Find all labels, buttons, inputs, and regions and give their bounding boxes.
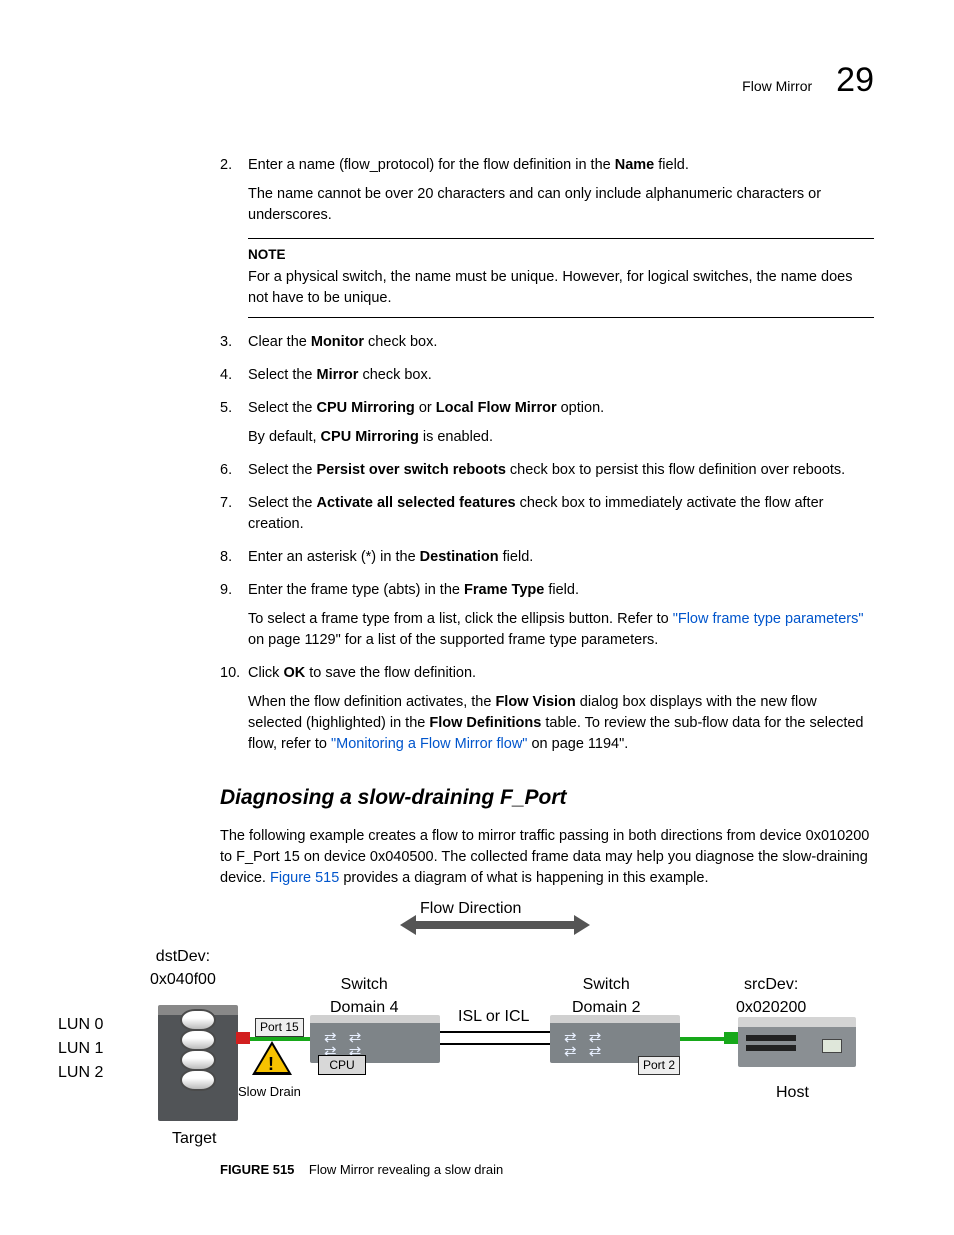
step-2: 2. Enter a name (flow_protocol) for the … [220,155,874,226]
page: Flow Mirror 29 2. Enter a name (flow_pro… [0,0,954,1235]
step-number: 6. [220,460,232,481]
step-9: 9. Enter the frame type (abts) in the Fr… [220,580,874,651]
step-7: 7. Select the Activate all selected feat… [220,493,874,535]
disk-icon [180,1049,216,1071]
subheading: Diagnosing a slow-draining F_Port [220,783,874,813]
isl-label: ISL or ICL [458,1005,529,1028]
port15-label: Port 15 [255,1018,304,1037]
step-extra: The name cannot be over 20 characters an… [248,184,874,226]
step-text: Enter a name (flow_protocol) for the flo… [248,155,874,176]
step-number: 8. [220,547,232,568]
disk-icon [180,1009,216,1031]
figure-caption: FIGURE 515 Flow Mirror revealing a slow … [220,1161,874,1180]
figure-515-link[interactable]: Figure 515 [270,870,339,886]
note-label: NOTE [248,245,874,265]
figure-caption-label: FIGURE 515 [220,1162,294,1177]
step-extra: To select a frame type from a list, clic… [248,609,874,651]
step-6: 6. Select the Persist over switch reboot… [220,460,874,481]
page-header: Flow Mirror 29 [120,56,874,105]
step-number: 9. [220,580,232,601]
step-list: 2. Enter a name (flow_protocol) for the … [220,155,874,755]
step-number: 4. [220,365,232,386]
intro-paragraph: The following example creates a flow to … [220,826,874,889]
link-line-icon [440,1031,550,1033]
step-4: 4. Select the Mirror check box. [220,365,874,386]
figure-diagram: Flow Direction dstDev: 0x040f00 LUN 0 LU… [120,905,954,1155]
green-port-icon [724,1032,738,1044]
step-text: Select the Mirror check box. [248,365,874,386]
lun-labels: LUN 0 LUN 1 LUN 2 [58,1013,103,1085]
step-5: 5. Select the CPU Mirroring or Local Flo… [220,398,874,448]
flow-direction-arrow-icon [400,917,590,933]
step-number: 2. [220,155,232,176]
target-label: Target [172,1127,216,1150]
link-line-icon [440,1043,550,1045]
note-text: For a physical switch, the name must be … [248,267,874,309]
warning-icon: ! [252,1041,292,1075]
header-section: Flow Mirror [742,76,812,96]
step-text: Select the Activate all selected feature… [248,493,874,535]
dstdev-label: dstDev: 0x040f00 [150,945,216,991]
step-text: Select the Persist over switch reboots c… [248,460,874,481]
step-text: Click OK to save the flow definition. [248,663,874,684]
figure-caption-text: Flow Mirror revealing a slow drain [309,1162,503,1177]
cpu-label: CPU [318,1055,366,1075]
note-box: NOTE For a physical switch, the name mus… [248,238,874,318]
slow-drain-label: Slow Drain [238,1083,301,1102]
step-10: 10. Click OK to save the flow definition… [220,663,874,755]
port2-label: Port 2 [638,1056,680,1075]
frame-type-params-link[interactable]: "Flow frame type parameters" [673,611,864,627]
step-text: Enter the frame type (abts) in the Frame… [248,580,874,601]
link-line-icon [250,1037,310,1041]
disk-icon [180,1069,216,1091]
content: 2. Enter a name (flow_protocol) for the … [120,155,874,1179]
step-number: 10. [220,663,240,684]
srcdev-label: srcDev: 0x020200 [736,973,806,1019]
red-port-icon [236,1032,250,1044]
host-server-icon [738,1017,856,1067]
step-number: 5. [220,398,232,419]
step-text: Clear the Monitor check box. [248,332,874,353]
disk-icon [180,1029,216,1051]
step-number: 7. [220,493,232,514]
switch-d4-label: Switch Domain 4 [330,973,398,1019]
step-text: Enter an asterisk (*) in the Destination… [248,547,874,568]
step-3: 3. Clear the Monitor check box. [220,332,874,353]
chapter-number: 29 [836,56,874,105]
step-text: Select the CPU Mirroring or Local Flow M… [248,398,874,419]
monitoring-flow-link[interactable]: "Monitoring a Flow Mirror flow" [331,736,527,752]
step-number: 3. [220,332,232,353]
switch-d2-label: Switch Domain 2 [572,973,640,1019]
step-8: 8. Enter an asterisk (*) in the Destinat… [220,547,874,568]
host-label: Host [776,1081,809,1104]
step-extra: By default, CPU Mirroring is enabled. [248,427,874,448]
step-extra: When the flow definition activates, the … [248,692,874,755]
